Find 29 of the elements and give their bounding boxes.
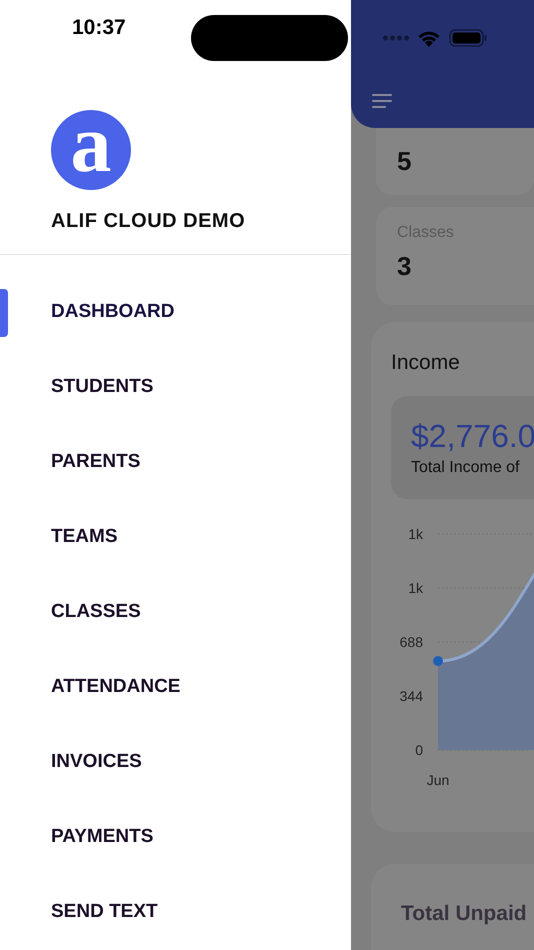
menu-item[interactable]: TEAMS: [51, 523, 118, 552]
app-logo: a: [51, 110, 131, 190]
x-axis-label: Jun: [426, 772, 450, 788]
stat-value: 3: [397, 250, 412, 283]
app-title: ALIF CLOUD DEMO: [51, 208, 246, 234]
menu-item[interactable]: PARENTS: [51, 448, 140, 477]
menu-item[interactable]: DASHBOARD: [51, 298, 174, 327]
wifi-icon: [417, 28, 441, 46]
y-axis-label: 0: [415, 742, 423, 758]
y-axis-label: 344: [400, 688, 423, 704]
menu-item[interactable]: ATTENDANCE: [51, 673, 180, 702]
status-time: 10:37: [72, 15, 126, 41]
menu-icon[interactable]: [372, 94, 392, 109]
data-point: [433, 656, 443, 666]
y-axis-label: 1k: [408, 526, 423, 542]
signal-icon: [383, 34, 409, 40]
y-axis-label: 688: [400, 634, 423, 650]
card-title: Income: [390, 350, 461, 376]
menu-item[interactable]: CLASSES: [51, 598, 141, 627]
income-caption: Total Income of: [411, 458, 520, 478]
stat-value: 5: [397, 145, 412, 178]
battery-icon: [449, 28, 487, 46]
card-title: Total Unpaid: [401, 902, 527, 925]
menu-item[interactable]: PAYMENTS: [51, 823, 154, 852]
menu-item[interactable]: INVOICES: [51, 748, 142, 777]
y-axis-label: 1k: [408, 580, 423, 596]
menu-item[interactable]: SEND TEXT: [51, 898, 158, 927]
menu-item[interactable]: STUDENTS: [51, 373, 154, 402]
income-amount: $2,776.0: [411, 416, 534, 456]
